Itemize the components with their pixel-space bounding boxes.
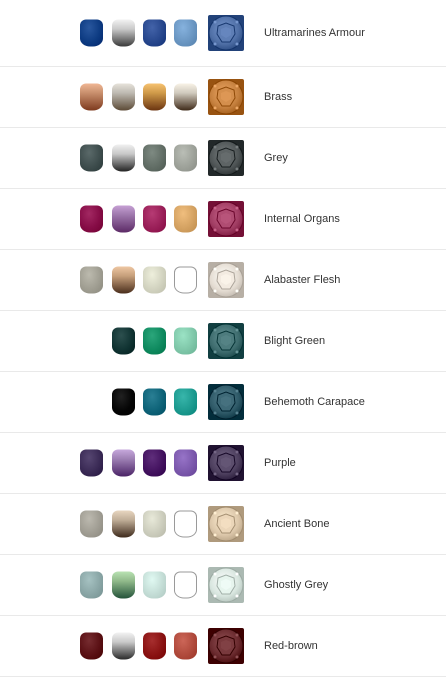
paint-scheme-label: Blight Green (264, 335, 326, 347)
paint-scheme-label: Brass (264, 91, 293, 103)
armor-plate-swatch-icon[interactable] (208, 384, 244, 420)
paint-pot-icon[interactable] (80, 205, 103, 233)
paint-scheme-label: Internal Organs (264, 213, 340, 225)
empty-paint-pot-icon[interactable] (174, 266, 197, 294)
paint-scheme-label: Behemoth Carapace (264, 396, 365, 408)
paint-pots-group (80, 19, 198, 47)
paint-scheme-label: Alabaster Flesh (264, 274, 341, 286)
armor-plate-swatch-icon[interactable] (208, 628, 244, 664)
paint-scheme-label: Grey (264, 152, 288, 164)
shade-paint-pot-icon[interactable] (112, 83, 135, 111)
paint-pots-group (80, 571, 198, 599)
armor-plate-swatch-icon[interactable] (208, 262, 244, 298)
paint-pot-icon[interactable] (143, 632, 166, 660)
paint-scheme-label: Ghostly Grey (264, 579, 329, 591)
paint-pot-icon[interactable] (80, 144, 103, 172)
armor-plate-swatch-icon[interactable] (208, 15, 244, 51)
paint-scheme-label: Ultramarines Armour (264, 27, 365, 39)
shade-paint-pot-icon[interactable] (112, 205, 135, 233)
paint-pot-icon[interactable] (174, 19, 197, 47)
armor-plate-swatch-icon[interactable] (208, 323, 244, 359)
paint-pot-icon[interactable] (143, 144, 166, 172)
empty-paint-pot-icon[interactable] (174, 571, 197, 599)
paint-pot-icon[interactable] (174, 144, 197, 172)
armor-plate-swatch-icon[interactable] (208, 79, 244, 115)
paint-pot-icon[interactable] (80, 266, 103, 294)
paint-pot-icon[interactable] (143, 327, 166, 355)
paint-scheme-row[interactable]: Alabaster Flesh (0, 250, 446, 311)
paint-scheme-row[interactable]: Ancient Bone (0, 494, 446, 555)
armor-plate-swatch-icon[interactable] (208, 445, 244, 481)
paint-pots-group (80, 266, 198, 294)
paint-scheme-row[interactable]: Blight Green (0, 311, 446, 372)
paint-pots-group (80, 449, 198, 477)
paint-pots-group (80, 510, 198, 538)
paint-pot-icon[interactable] (143, 510, 166, 538)
paint-scheme-row[interactable]: Internal Organs (0, 189, 446, 250)
paint-pot-icon[interactable] (80, 449, 103, 477)
paint-pot-icon[interactable] (174, 388, 197, 416)
paint-pot-icon[interactable] (174, 449, 197, 477)
shade-paint-pot-icon[interactable] (80, 83, 103, 111)
paint-pot-icon[interactable] (112, 327, 135, 355)
shade-paint-pot-icon[interactable] (112, 632, 135, 660)
paint-pot-icon[interactable] (174, 632, 197, 660)
shade-paint-pot-icon[interactable] (112, 266, 135, 294)
paint-scheme-row[interactable]: Ghostly Grey (0, 555, 446, 616)
shade-paint-pot-icon[interactable] (112, 19, 135, 47)
paint-pot-icon[interactable] (143, 205, 166, 233)
empty-paint-pot-icon[interactable] (174, 510, 197, 538)
paint-pot-icon[interactable] (80, 632, 103, 660)
paint-pot-icon[interactable] (174, 205, 197, 233)
paint-scheme-row[interactable]: Brass (0, 67, 446, 128)
shade-paint-pot-icon[interactable] (174, 83, 197, 111)
paint-pot-icon[interactable] (80, 19, 103, 47)
paint-scheme-label: Purple (264, 457, 296, 469)
paint-scheme-list: Ultramarines Armour Brass Grey Internal Org… (0, 0, 446, 683)
paint-pot-icon[interactable] (143, 571, 166, 599)
paint-pot-icon[interactable] (143, 388, 166, 416)
paint-pots-group (80, 144, 198, 172)
paint-pots-group (80, 388, 198, 416)
paint-scheme-row[interactable]: Red-brown (0, 616, 446, 677)
paint-scheme-row[interactable]: Ultramarines Armour (0, 0, 446, 67)
paint-pots-group (80, 83, 198, 111)
paint-pot-icon[interactable] (80, 571, 103, 599)
shade-paint-pot-icon[interactable] (112, 449, 135, 477)
paint-pots-group (80, 327, 198, 355)
paint-pots-group (80, 205, 198, 233)
paint-pot-icon[interactable] (174, 327, 197, 355)
armor-plate-swatch-icon[interactable] (208, 140, 244, 176)
paint-pots-group (80, 632, 198, 660)
paint-pot-icon[interactable] (143, 449, 166, 477)
paint-pot-icon[interactable] (143, 19, 166, 47)
paint-scheme-row[interactable]: Behemoth Carapace (0, 372, 446, 433)
paint-scheme-row[interactable]: Purple (0, 433, 446, 494)
paint-scheme-label: Ancient Bone (264, 518, 330, 530)
shade-paint-pot-icon[interactable] (112, 571, 135, 599)
shade-paint-pot-icon[interactable] (112, 144, 135, 172)
paint-pot-icon[interactable] (80, 510, 103, 538)
shade-paint-pot-icon[interactable] (143, 83, 166, 111)
armor-plate-swatch-icon[interactable] (208, 506, 244, 542)
shade-paint-pot-icon[interactable] (112, 510, 135, 538)
paint-scheme-row[interactable]: Grey (0, 128, 446, 189)
armor-plate-swatch-icon[interactable] (208, 567, 244, 603)
paint-pot-icon[interactable] (143, 266, 166, 294)
armor-plate-swatch-icon[interactable] (208, 201, 244, 237)
paint-scheme-label: Red-brown (264, 640, 318, 652)
paint-pot-icon[interactable] (112, 388, 135, 416)
